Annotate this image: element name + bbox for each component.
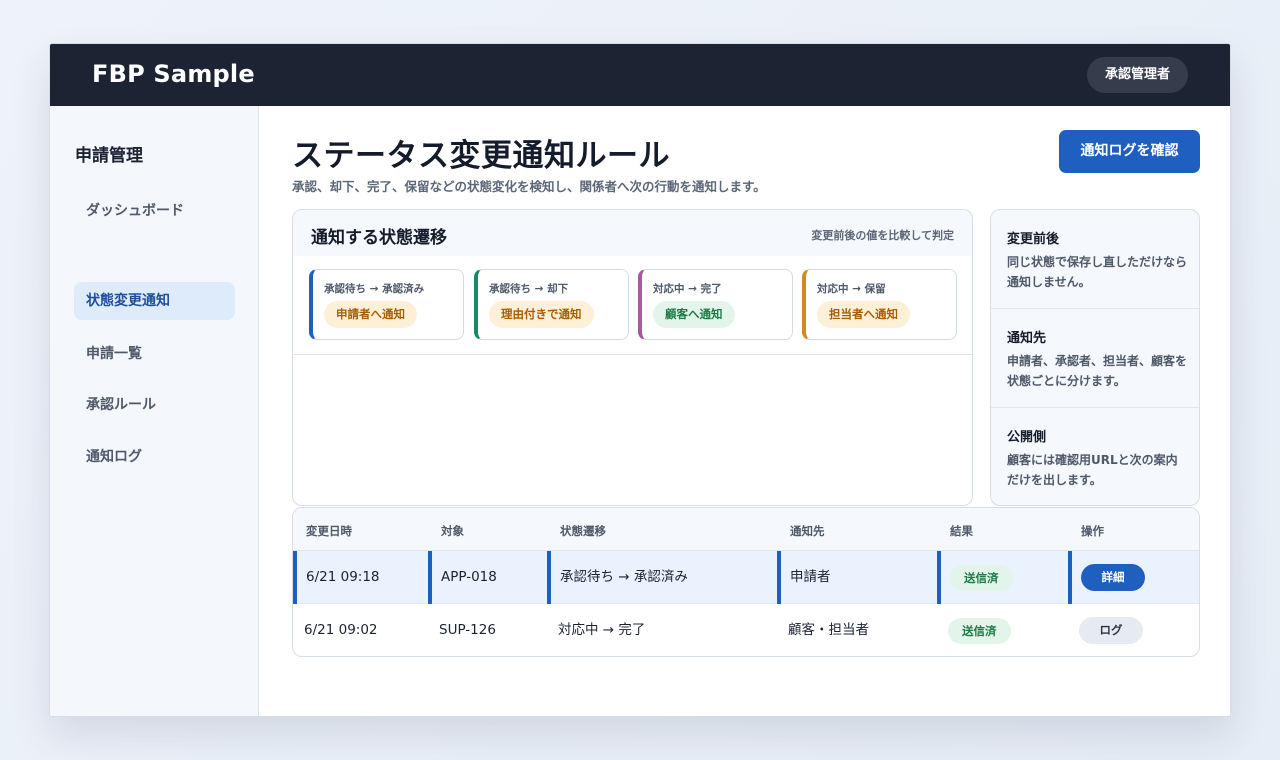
status-badge: 送信済 [948,618,1011,644]
column-header[interactable]: 状態遷移 [560,523,606,539]
cell-recipient: 顧客・担当者 [788,622,869,638]
transition-label: 承認待ち → 承認済み [324,283,425,295]
page-title: ステータス変更通知ルール [292,138,670,174]
info-title: 通知先 [1007,331,1047,346]
cell-datetime: 6/21 09:02 [304,622,378,638]
cell-recipient: 申請者 [777,551,937,604]
cell-target: SUP-126 [439,622,496,638]
info-section-public: 公開側 顧客には確認用URLと次の案内だけを出します。 [991,408,1199,505]
info-body: 同じ状態で保存し直しただけなら通知しません。 [1007,255,1188,289]
info-panel: 変更前後 同じ状態で保存し直しただけなら通知しません。 通知先 申請者、承認者、… [990,209,1200,506]
notify-badge: 申請者へ通知 [324,301,417,328]
detail-button[interactable]: 詳細 [1081,564,1145,591]
app-window: FBP Sample 承認管理者 申請管理 ダッシュボード 状態変更通知 申請一… [49,43,1231,717]
column-header[interactable]: 結果 [950,523,973,539]
main-content: ステータス変更通知ルール 承認、却下、完了、保留などの状態変化を検知し、関係者へ… [259,106,1230,716]
status-badge: 送信済 [950,565,1013,591]
table-header: 変更日時 対象 状態遷移 通知先 結果 操作 [293,508,1199,551]
info-section-before-after: 変更前後 同じ状態で保存し直しただけなら通知しません。 [991,210,1199,309]
column-header[interactable]: 通知先 [790,523,825,539]
transition-label: 対応中 → 完了 [653,283,722,295]
transition-panel: 通知する状態遷移 変更前後の値を比較して判定 承認待ち → 承認済み 申請者へ通… [292,209,973,506]
table-row[interactable]: 6/21 09:02 SUP-126 対応中 → 完了 顧客・担当者 送信済 ロ… [293,604,1199,656]
transition-card[interactable]: 対応中 → 完了 顧客へ通知 [638,269,793,340]
brand-logo[interactable]: FBP Sample [92,60,255,88]
sidebar-item-dashboard[interactable]: ダッシュボード [74,192,235,230]
sidebar: 申請管理 ダッシュボード 状態変更通知 申請一覧 承認ルール 通知ログ [50,106,259,716]
cell-result: 送信済 [937,604,1068,656]
sidebar-item-notification-log[interactable]: 通知ログ [74,438,235,476]
transition-card[interactable]: 対応中 → 保留 担当者へ通知 [802,269,957,340]
view-log-button[interactable]: 通知ログを確認 [1059,130,1200,173]
transition-label: 承認待ち → 却下 [489,283,569,295]
transition-card[interactable]: 承認待ち → 却下 理由付きで通知 [474,269,629,340]
sidebar-item-applications[interactable]: 申請一覧 [74,335,235,373]
column-header[interactable]: 対象 [441,523,464,539]
column-header[interactable]: 変更日時 [306,523,352,539]
transition-label: 対応中 → 保留 [817,283,886,295]
info-title: 変更前後 [1007,232,1060,247]
notify-badge: 顧客へ通知 [653,301,735,328]
log-button[interactable]: ログ [1079,617,1143,644]
panel-title: 通知する状態遷移 [311,228,447,248]
info-body: 申請者、承認者、担当者、顧客を状態ごとに分けます。 [1007,354,1188,388]
table-row[interactable]: 6/21 09:18 APP-018 承認待ち → 承認済み 申請者 送信済 詳… [293,551,1199,604]
panel-note: 変更前後の値を比較して判定 [811,229,954,242]
column-header[interactable]: 操作 [1081,523,1104,539]
cell-transition: 対応中 → 完了 [558,622,646,638]
sidebar-title: 申請管理 [75,146,143,166]
cell-result: 送信済 [937,551,1068,604]
cell-datetime: 6/21 09:18 [293,551,428,604]
panel-header: 通知する状態遷移 変更前後の値を比較して判定 [293,210,972,256]
sidebar-item-approval-rules[interactable]: 承認ルール [74,386,235,424]
cell-target: APP-018 [428,551,547,604]
cell-action: 詳細 [1068,551,1199,604]
info-section-recipients: 通知先 申請者、承認者、担当者、顧客を状態ごとに分けます。 [991,309,1199,408]
notification-table: 変更日時 対象 状態遷移 通知先 結果 操作 6/21 09:18 APP-01… [292,507,1200,657]
info-title: 公開側 [1007,430,1047,445]
user-role-badge[interactable]: 承認管理者 [1086,57,1188,93]
cell-transition: 承認待ち → 承認済み [547,551,778,604]
transition-cards: 承認待ち → 承認済み 申請者へ通知 承認待ち → 却下 理由付きで通知 対応中… [293,256,972,355]
info-body: 顧客には確認用URLと次の案内だけを出します。 [1007,453,1178,487]
page-subtitle: 承認、却下、完了、保留などの状態変化を検知し、関係者へ次の行動を通知します。 [292,179,766,194]
notify-badge: 担当者へ通知 [817,301,910,328]
top-bar: FBP Sample 承認管理者 [50,44,1230,106]
transition-card[interactable]: 承認待ち → 承認済み 申請者へ通知 [309,269,464,340]
sidebar-item-status-notification[interactable]: 状態変更通知 [74,282,235,320]
cell-action: ログ [1068,604,1199,656]
notify-badge: 理由付きで通知 [489,301,594,328]
